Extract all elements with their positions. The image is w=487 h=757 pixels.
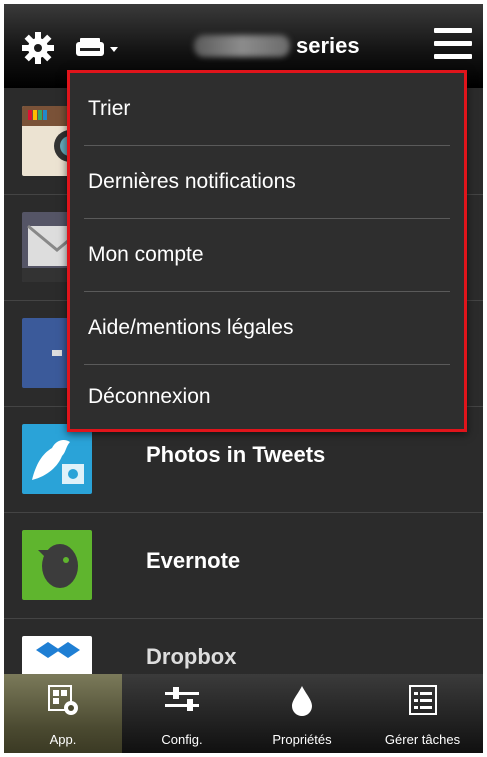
tab-label: App.: [49, 732, 77, 747]
printer-title[interactable]: series: [194, 26, 360, 66]
printer-model-redacted: [194, 35, 290, 57]
menu-item-logout[interactable]: Déconnexion: [84, 365, 450, 429]
task-list-icon: [408, 685, 437, 715]
app-label: Dropbox: [146, 644, 237, 669]
tab-label: Gérer tâches: [384, 732, 461, 747]
gear-icon[interactable]: [20, 30, 56, 66]
tab-app[interactable]: App.: [4, 674, 122, 753]
evernote-icon: [22, 530, 92, 600]
printer-select-icon[interactable]: [74, 34, 126, 62]
tab-manage-jobs[interactable]: Gérer tâches: [362, 674, 483, 753]
hamburger-menu-icon[interactable]: [434, 28, 472, 64]
menu-item-help-legal[interactable]: Aide/mentions légales: [84, 292, 450, 365]
menu-item-sort[interactable]: Trier: [84, 73, 450, 146]
printer-series-label: series: [296, 33, 360, 58]
app-screen: series Photos in Tweets Evernote Dropbox…: [4, 4, 483, 753]
twitter-photo-icon: [22, 424, 92, 494]
menu-item-my-account[interactable]: Mon compte: [84, 219, 450, 292]
bottom-navigation: App. Config. Propriétés Gérer tâches: [4, 674, 483, 753]
app-label: Evernote: [146, 548, 241, 573]
ink-drop-icon: [292, 686, 312, 716]
app-label: Photos in Tweets: [146, 442, 326, 467]
tab-label: Config.: [161, 732, 203, 747]
list-item[interactable]: Evernote: [4, 512, 483, 619]
tab-properties[interactable]: Propriétés: [242, 674, 362, 753]
dropdown-menu: Trier Dernières notifications Mon compte…: [67, 70, 467, 432]
apps-icon: [48, 685, 78, 715]
settings-sliders-icon: [165, 687, 199, 711]
tab-config[interactable]: Config.: [122, 674, 242, 753]
tab-label: Propriétés: [272, 732, 332, 747]
menu-item-latest-notifications[interactable]: Dernières notifications: [84, 146, 450, 219]
